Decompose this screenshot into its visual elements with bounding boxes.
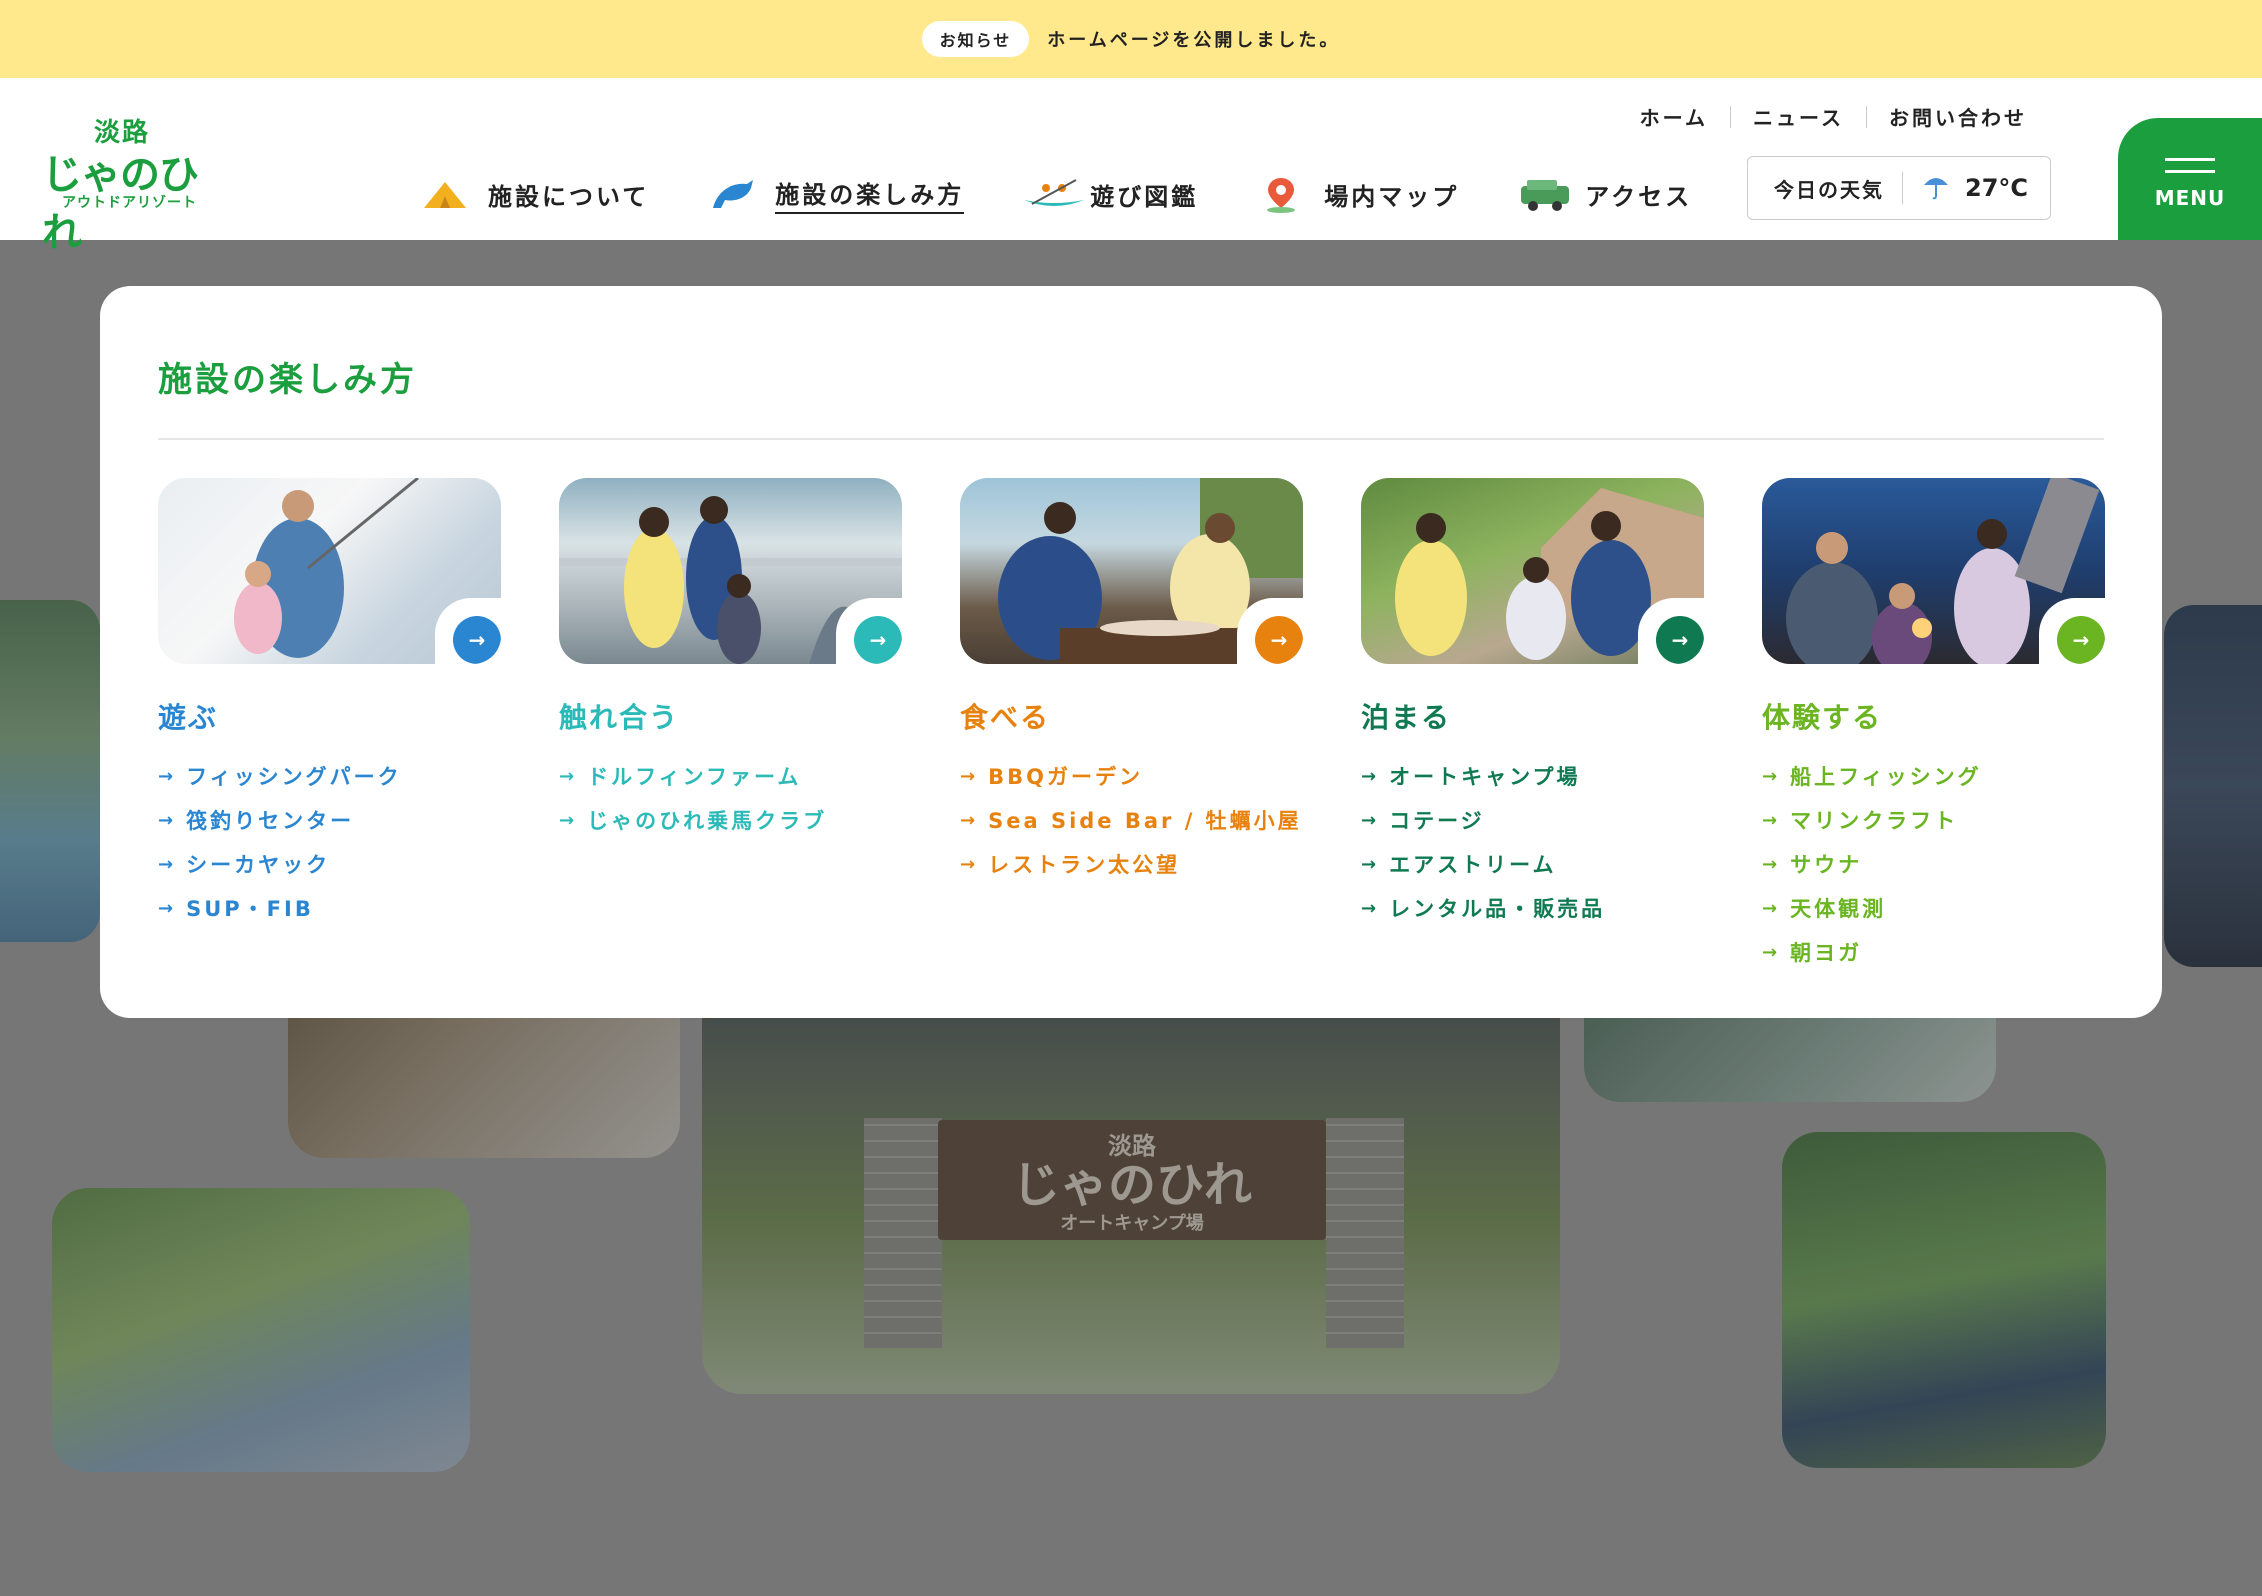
arrow-right-icon: → — [559, 765, 578, 787]
category-interact: → 触れ合う → ドルフィンファーム → じゃのひれ乗馬クラブ — [559, 478, 902, 842]
link-dolphin-farm[interactable]: → ドルフィンファーム — [559, 754, 902, 798]
link-rental-goods[interactable]: → レンタル品・販売品 — [1361, 886, 1704, 930]
divider — [158, 438, 2104, 440]
utility-nav: ホーム ニュース お問い合わせ — [1618, 102, 2049, 131]
menu-button[interactable]: MENU — [2118, 118, 2262, 240]
category-thumbnail[interactable]: → — [158, 478, 501, 664]
arrow-right-icon: → — [1361, 853, 1380, 875]
hamburger-icon — [2165, 149, 2215, 182]
arrow-right-icon: → — [1361, 897, 1380, 919]
category-links: → ドルフィンファーム → じゃのひれ乗馬クラブ — [559, 754, 902, 842]
util-link-news[interactable]: ニュース — [1731, 102, 1866, 131]
mega-menu-panel: 施設の楽しみ方 → 遊ぶ → フィッシングパーク → 筏釣りセンター → シーカヤック… — [100, 286, 2162, 1018]
category-thumbnail[interactable]: → — [960, 478, 1303, 664]
arrow-right-icon: → — [960, 853, 979, 875]
arrow-right-icon: → — [1762, 765, 1781, 787]
nav-label: 遊び図鑑 — [1090, 182, 1199, 211]
link-airstream[interactable]: → エアストリーム — [1361, 842, 1704, 886]
logo-line-3: アウトドアリゾート — [62, 195, 197, 211]
link-bbq-garden[interactable]: → BBQガーデン — [960, 754, 1303, 798]
nav-item-facility[interactable]: 施設について — [420, 174, 649, 214]
weather-temperature: 27°C — [1965, 174, 2029, 202]
link-restaurant[interactable]: → レストラン太公望 — [960, 842, 1303, 886]
main-nav: 施設について 施設の楽しみ方 遊び図鑑 場内マップ アクセス — [420, 170, 1750, 218]
arrow-right-icon[interactable]: → — [453, 616, 501, 664]
category-play: → 遊ぶ → フィッシングパーク → 筏釣りセンター → シーカヤック → SUP・FI… — [158, 478, 501, 930]
site-header: 淡路 じゃのひれ アウトドアリゾート ホーム ニュース お問い合わせ 施設につい… — [0, 78, 2262, 256]
arrow-right-icon: → — [158, 897, 177, 919]
link-marine-craft[interactable]: → マリンクラフト — [1762, 798, 2105, 842]
arrow-right-icon: → — [1762, 941, 1781, 963]
category-links: → 船上フィッシング → マリンクラフト → サウナ → 天体観測 → 朝ヨガ — [1762, 754, 2105, 974]
arrow-right-icon[interactable]: → — [1656, 616, 1704, 664]
category-thumbnail[interactable]: → — [559, 478, 902, 664]
category-stay: → 泊まる → オートキャンプ場 → コテージ → エアストリーム → レンタル品・販売… — [1361, 478, 1704, 930]
site-logo[interactable]: 淡路 じゃのひれ アウトドアリゾート — [42, 112, 202, 256]
category-eat: → 食べる → BBQガーデン → Sea Side Bar / 牡蠣小屋 → レスト… — [960, 478, 1303, 886]
arrow-right-icon: → — [960, 809, 979, 831]
nav-item-access[interactable]: アクセス — [1517, 174, 1692, 214]
nav-label: 施設の楽しみ方 — [775, 175, 965, 214]
nav-label: 施設について — [488, 182, 650, 211]
link-morning-yoga[interactable]: → 朝ヨガ — [1762, 930, 2105, 974]
arrow-right-icon[interactable]: → — [854, 616, 902, 664]
arrow-right-icon: → — [158, 853, 177, 875]
notice-badge: お知らせ — [921, 21, 1030, 57]
arrow-right-icon: → — [158, 809, 177, 831]
link-cottage[interactable]: → コテージ — [1361, 798, 1704, 842]
link-sea-side-bar[interactable]: → Sea Side Bar / 牡蠣小屋 — [960, 798, 1303, 842]
link-sauna[interactable]: → サウナ — [1762, 842, 2105, 886]
util-link-home[interactable]: ホーム — [1618, 102, 1730, 131]
map-pin-icon — [1256, 174, 1306, 214]
link-riding-club[interactable]: → じゃのひれ乗馬クラブ — [559, 798, 902, 842]
nav-label: 場内マップ — [1324, 182, 1460, 211]
arrow-right-icon: → — [559, 809, 578, 831]
notice-text[interactable]: ホームページを公開しました。 — [1047, 26, 1340, 52]
announcement-bar: お知らせ ホームページを公開しました。 — [0, 0, 2262, 78]
category-links: → オートキャンプ場 → コテージ → エアストリーム → レンタル品・販売品 — [1361, 754, 1704, 930]
link-sea-kayak[interactable]: → シーカヤック — [158, 842, 501, 886]
nav-label: アクセス — [1585, 182, 1693, 211]
link-sup-fib[interactable]: → SUP・FIB — [158, 886, 501, 930]
link-boat-fishing[interactable]: → 船上フィッシング — [1762, 754, 2105, 798]
link-fishing-park[interactable]: → フィッシングパーク — [158, 754, 501, 798]
canoe-icon — [1022, 174, 1085, 214]
car-icon — [1517, 174, 1570, 214]
divider — [1902, 172, 1903, 204]
arrow-right-icon: → — [960, 765, 979, 787]
link-raft-fishing[interactable]: → 筏釣りセンター — [158, 798, 501, 842]
category-title[interactable]: 体験する — [1762, 696, 2105, 736]
arrow-right-icon: → — [1361, 809, 1380, 831]
dolphin-icon — [707, 174, 757, 214]
arrow-right-icon: → — [1762, 897, 1781, 919]
category-experience: → 体験する → 船上フィッシング → マリンクラフト → サウナ → 天体観測 → 朝ヨ… — [1762, 478, 2105, 974]
category-thumbnail[interactable]: → — [1762, 478, 2105, 664]
weather-widget: 今日の天気 27°C — [1747, 156, 2051, 220]
umbrella-icon — [1921, 171, 1951, 205]
category-title[interactable]: 食べる — [960, 696, 1303, 736]
nav-item-play-guide[interactable]: 遊び図鑑 — [1022, 174, 1198, 214]
menu-label: MENU — [2154, 185, 2226, 210]
panel-title: 施設の楽しみ方 — [158, 360, 417, 400]
arrow-right-icon: → — [1762, 809, 1781, 831]
arrow-right-icon: → — [158, 765, 177, 787]
arrow-right-icon: → — [1361, 765, 1380, 787]
weather-label: 今日の天気 — [1774, 177, 1884, 202]
category-links: → フィッシングパーク → 筏釣りセンター → シーカヤック → SUP・FIB — [158, 754, 501, 930]
category-links: → BBQガーデン → Sea Side Bar / 牡蠣小屋 → レストラン太公望 — [960, 754, 1303, 886]
link-stargazing[interactable]: → 天体観測 — [1762, 886, 2105, 930]
category-title[interactable]: 触れ合う — [559, 696, 902, 736]
category-title[interactable]: 泊まる — [1361, 696, 1704, 736]
tent-icon — [420, 174, 470, 214]
nav-item-enjoy[interactable]: 施設の楽しみ方 — [707, 174, 965, 214]
arrow-right-icon[interactable]: → — [1255, 616, 1303, 664]
category-thumbnail[interactable]: → — [1361, 478, 1704, 664]
link-auto-camp[interactable]: → オートキャンプ場 — [1361, 754, 1704, 798]
util-link-contact[interactable]: お問い合わせ — [1867, 102, 2049, 131]
arrow-right-icon: → — [1762, 853, 1781, 875]
arrow-right-icon[interactable]: → — [2057, 616, 2105, 664]
category-title[interactable]: 遊ぶ — [158, 696, 501, 736]
nav-item-map[interactable]: 場内マップ — [1256, 174, 1459, 214]
